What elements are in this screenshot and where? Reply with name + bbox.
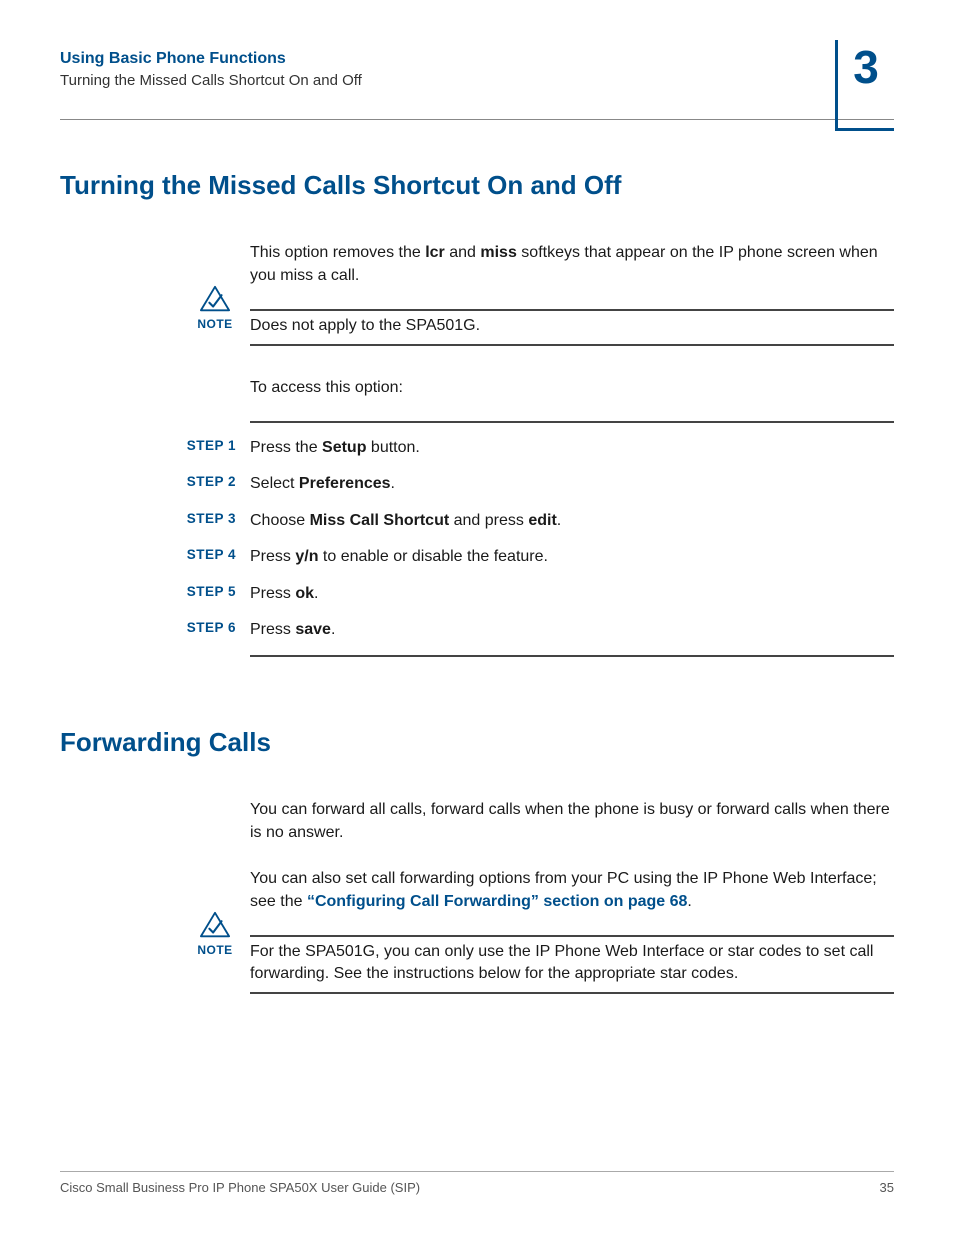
chapter-number: 3 — [838, 40, 894, 90]
step-text: Press save. — [250, 619, 335, 641]
text-fragment: . — [314, 585, 318, 602]
note-text: Does not apply to the SPA501G. — [250, 315, 894, 337]
header-subtitle: Turning the Missed Calls Shortcut On and… — [60, 72, 894, 89]
step-row: STEP 3 Choose Miss Call Shortcut and pre… — [178, 510, 894, 532]
footer-page-number: 35 — [880, 1180, 894, 1195]
text-fragment: Press — [250, 548, 295, 565]
text-fragment: Select — [250, 475, 299, 492]
step-bold: y/n — [295, 548, 318, 565]
step-row: STEP 1 Press the Setup button. — [178, 437, 894, 459]
step-bold: Setup — [322, 439, 366, 456]
note-text: For the SPA501G, you can only use the IP… — [250, 941, 894, 986]
step-label: STEP 6 — [178, 619, 236, 635]
text-fragment: . — [391, 475, 395, 492]
step-row: STEP 5 Press ok. — [178, 583, 894, 605]
note-block: NOTE Does not apply to the SPA501G. — [192, 309, 894, 345]
text-fragment: Press the — [250, 439, 322, 456]
step-row: STEP 4 Press y/n to enable or disable th… — [178, 546, 894, 568]
step-text: Choose Miss Call Shortcut and press edit… — [250, 510, 561, 532]
text-fragment: . — [687, 893, 691, 910]
text-fragment: to enable or disable the feature. — [318, 548, 548, 565]
text-fragment: and — [445, 244, 481, 261]
step-label: STEP 5 — [178, 583, 236, 599]
text-fragment: . — [331, 621, 335, 638]
step-bold: ok — [295, 585, 314, 602]
footer-doc-title: Cisco Small Business Pro IP Phone SPA50X… — [60, 1180, 420, 1195]
step-bold: Preferences — [299, 475, 391, 492]
text-fragment: Choose — [250, 512, 310, 529]
section-heading-missed-calls: Turning the Missed Calls Shortcut On and… — [60, 170, 894, 201]
page-footer: Cisco Small Business Pro IP Phone SPA50X… — [60, 1171, 894, 1195]
intro-paragraph: This option removes the lcr and miss sof… — [250, 241, 894, 287]
step-row: STEP 6 Press save. — [178, 619, 894, 641]
step-text: Select Preferences. — [250, 473, 395, 495]
note-block: NOTE For the SPA501G, you can only use t… — [192, 935, 894, 994]
step-text: Press y/n to enable or disable the featu… — [250, 546, 548, 568]
text-fragment: This option removes the — [250, 244, 425, 261]
forwarding-p2: You can also set call forwarding options… — [250, 867, 894, 913]
step-label: STEP 4 — [178, 546, 236, 562]
text-fragment: . — [557, 512, 561, 529]
step-bold: edit — [528, 512, 556, 529]
step-label: STEP 1 — [178, 437, 236, 453]
step-label: STEP 2 — [178, 473, 236, 489]
step-text: Press ok. — [250, 583, 318, 605]
chapter-box: 3 — [835, 40, 894, 131]
note-icon — [192, 911, 238, 939]
step-label: STEP 3 — [178, 510, 236, 526]
link-configuring-call-forwarding[interactable]: “Configuring Call Forwarding” section on… — [307, 893, 687, 910]
text-fragment: button. — [366, 439, 419, 456]
step-bold: Miss Call Shortcut — [310, 512, 450, 529]
step-bold: save — [295, 621, 331, 638]
step-row: STEP 2 Select Preferences. — [178, 473, 894, 495]
softkey-lcr: lcr — [425, 244, 445, 261]
steps-list: STEP 1 Press the Setup button. STEP 2 Se… — [178, 421, 894, 657]
access-intro: To access this option: — [250, 376, 894, 399]
text-fragment: Press — [250, 585, 295, 602]
note-icon — [192, 285, 238, 313]
header-title: Using Basic Phone Functions — [60, 50, 894, 68]
text-fragment: and press — [449, 512, 528, 529]
page-header: Using Basic Phone Functions Turning the … — [60, 50, 894, 120]
forwarding-p1: You can forward all calls, forward calls… — [250, 798, 894, 844]
section-heading-forwarding-calls: Forwarding Calls — [60, 727, 894, 758]
note-label: NOTE — [197, 317, 232, 331]
softkey-miss: miss — [480, 244, 516, 261]
step-text: Press the Setup button. — [250, 437, 420, 459]
note-label: NOTE — [197, 943, 232, 957]
text-fragment: Press — [250, 621, 295, 638]
